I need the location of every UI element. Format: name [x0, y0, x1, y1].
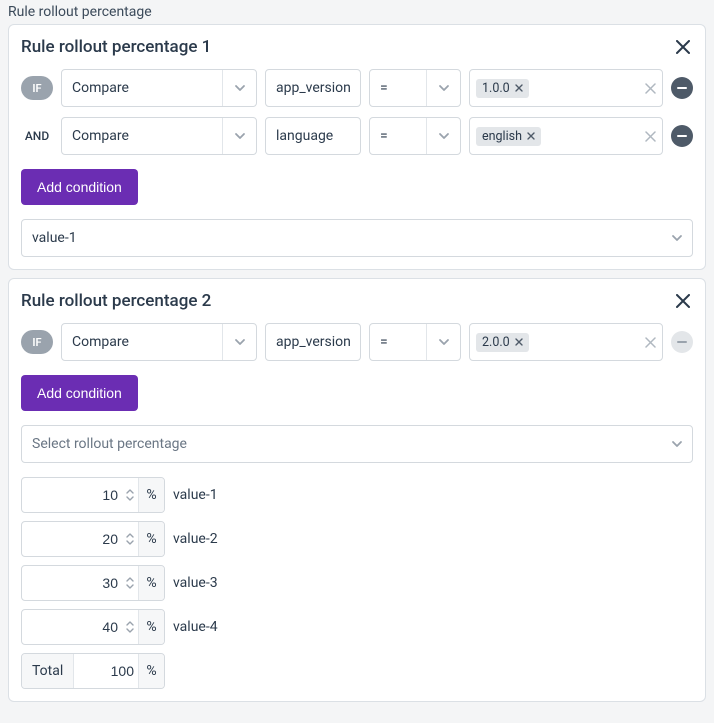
- percentage-label: value-1: [173, 487, 218, 503]
- condition-row: IF Compare app_version = 2.0.0: [21, 323, 693, 361]
- stepper-icon[interactable]: [122, 566, 138, 600]
- field-name-input[interactable]: language: [265, 117, 361, 155]
- percent-symbol: %: [138, 478, 164, 512]
- percentage-input[interactable]: [22, 522, 122, 556]
- percent-symbol: %: [138, 522, 164, 556]
- operator-select[interactable]: =: [369, 117, 461, 155]
- value-tag: 1.0.0: [476, 79, 529, 98]
- percentage-input-wrap: %: [21, 609, 165, 645]
- percentage-input[interactable]: [22, 610, 122, 644]
- percentage-row: % value-2: [21, 521, 693, 557]
- value-tag: 2.0.0: [476, 333, 529, 352]
- chevron-down-icon: [662, 220, 692, 256]
- if-badge: IF: [21, 76, 53, 100]
- chevron-down-icon: [222, 70, 256, 106]
- condition-row: IF Compare app_version = 1.0.0: [21, 69, 693, 107]
- field-name-value: app_version: [276, 334, 351, 350]
- chevron-down-icon: [662, 426, 692, 462]
- add-condition-label: Add condition: [37, 385, 122, 401]
- clear-tags-icon[interactable]: [645, 337, 656, 348]
- percentage-label: value-3: [173, 575, 218, 591]
- stepper-icon[interactable]: [122, 610, 138, 644]
- add-condition-button[interactable]: Add condition: [21, 169, 138, 205]
- tag-remove-icon[interactable]: [527, 132, 535, 140]
- percent-symbol: %: [138, 654, 164, 688]
- percent-symbol: %: [138, 566, 164, 600]
- percentage-label: value-2: [173, 531, 218, 547]
- clear-tags-icon[interactable]: [645, 131, 656, 142]
- value-tag: english: [476, 127, 541, 146]
- chevron-down-icon: [222, 118, 256, 154]
- operator-value: =: [370, 334, 426, 350]
- compare-select[interactable]: Compare: [61, 117, 257, 155]
- close-icon[interactable]: [673, 291, 693, 311]
- percent-symbol: %: [138, 610, 164, 644]
- value-tag-input[interactable]: 1.0.0: [469, 69, 663, 107]
- remove-condition-button: [671, 331, 693, 353]
- value-tag-input[interactable]: 2.0.0: [469, 323, 663, 361]
- compare-select-value: Compare: [62, 80, 222, 96]
- stepper-icon[interactable]: [122, 522, 138, 556]
- total-value: [74, 654, 138, 688]
- if-badge: IF: [21, 330, 53, 354]
- value-tag-text: english: [482, 129, 522, 144]
- total-input-wrap: Total %: [21, 653, 165, 689]
- stepper-icon[interactable]: [122, 478, 138, 512]
- percentage-input-wrap: %: [21, 565, 165, 601]
- value-tag-text: 2.0.0: [482, 335, 510, 350]
- percentage-total-row: Total %: [21, 653, 693, 689]
- rollout-select[interactable]: Select rollout percentage: [21, 425, 693, 463]
- percentage-label: value-4: [173, 619, 218, 635]
- operator-select[interactable]: =: [369, 323, 461, 361]
- field-name-value: app_version: [276, 80, 351, 96]
- chevron-down-icon: [222, 324, 256, 360]
- value-select[interactable]: value-1: [21, 219, 693, 257]
- remove-condition-button[interactable]: [671, 77, 693, 99]
- percentage-input[interactable]: [22, 566, 122, 600]
- compare-select[interactable]: Compare: [61, 69, 257, 107]
- compare-select-value: Compare: [62, 128, 222, 144]
- rule-card-title: Rule rollout percentage 1: [21, 37, 211, 57]
- value-tag-text: 1.0.0: [482, 81, 510, 96]
- operator-value: =: [370, 128, 426, 144]
- operator-value: =: [370, 80, 426, 96]
- percentage-input-wrap: %: [21, 477, 165, 513]
- remove-condition-button[interactable]: [671, 125, 693, 147]
- field-name-value: language: [276, 128, 333, 144]
- rule-card-1: Rule rollout percentage 1 IF Compare app…: [8, 24, 706, 270]
- field-name-input[interactable]: app_version: [265, 69, 361, 107]
- condition-row: AND Compare language = english: [21, 117, 693, 155]
- field-name-input[interactable]: app_version: [265, 323, 361, 361]
- add-condition-label: Add condition: [37, 179, 122, 195]
- percentage-input[interactable]: [22, 478, 122, 512]
- tag-remove-icon[interactable]: [515, 84, 523, 92]
- section-header: Rule rollout percentage: [0, 0, 714, 24]
- close-icon[interactable]: [673, 37, 693, 57]
- chevron-down-icon: [426, 324, 460, 360]
- chevron-down-icon: [426, 118, 460, 154]
- value-tag-input[interactable]: english: [469, 117, 663, 155]
- rule-card-2: Rule rollout percentage 2 IF Compare app…: [8, 278, 706, 702]
- total-label: Total: [22, 654, 74, 688]
- value-select-value: value-1: [22, 230, 662, 246]
- add-condition-button[interactable]: Add condition: [21, 375, 138, 411]
- and-badge: AND: [21, 124, 53, 148]
- chevron-down-icon: [426, 70, 460, 106]
- compare-select-value: Compare: [62, 334, 222, 350]
- rule-card-title: Rule rollout percentage 2: [21, 291, 211, 311]
- percentage-row: % value-3: [21, 565, 693, 601]
- rollout-select-placeholder: Select rollout percentage: [22, 436, 662, 452]
- tag-remove-icon[interactable]: [515, 338, 523, 346]
- percentage-allocations: % value-1 % value-2: [21, 477, 693, 689]
- clear-tags-icon[interactable]: [645, 83, 656, 94]
- percentage-input-wrap: %: [21, 521, 165, 557]
- section-title: Rule rollout percentage: [8, 4, 152, 20]
- compare-select[interactable]: Compare: [61, 323, 257, 361]
- percentage-row: % value-1: [21, 477, 693, 513]
- percentage-row: % value-4: [21, 609, 693, 645]
- operator-select[interactable]: =: [369, 69, 461, 107]
